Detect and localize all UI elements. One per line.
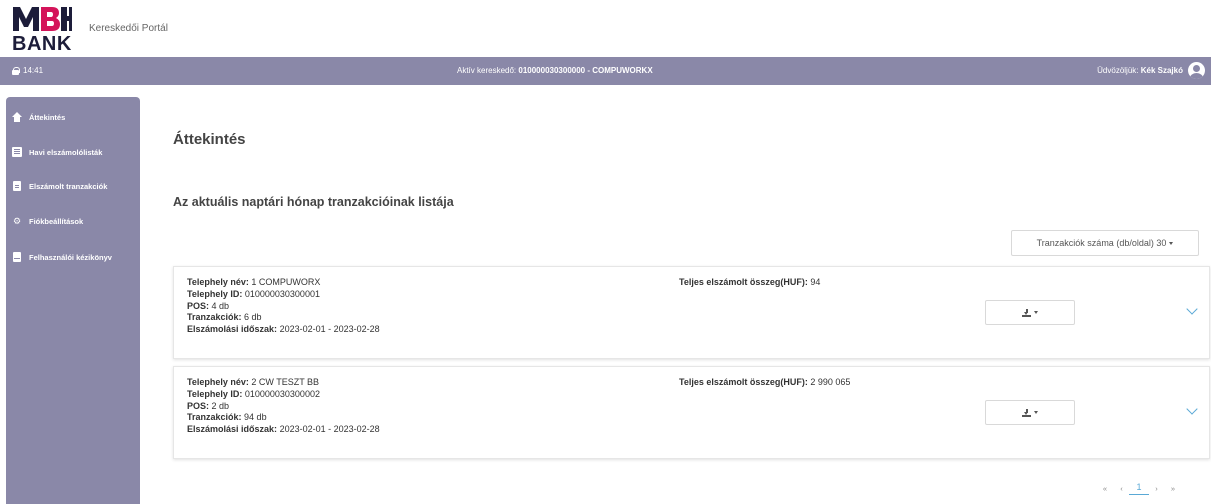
total-amount: Teljes elszámolt összeg(HUF): 2 990 065 xyxy=(679,377,850,387)
site-id-row: Telephely ID: 010000030300001 xyxy=(187,289,380,301)
site-name-value: 2 CW TESZT BB xyxy=(251,377,320,387)
per-page-select[interactable]: Tranzakciók száma (db/oldal) 30 xyxy=(1011,230,1199,256)
sidebar: Áttekintés Havi elszámolólisták Elszámol… xyxy=(6,97,140,504)
site-id-row: Telephely ID: 010000030300002 xyxy=(187,389,380,401)
top-header: BANK Kereskedői Portál xyxy=(0,0,1211,56)
expand-chevron-icon[interactable] xyxy=(1186,403,1198,415)
sidebar-item-elszamolt-tranzakciok[interactable]: Elszámolt tranzakciók xyxy=(6,176,140,196)
user-name: Kék Szajkó xyxy=(1140,66,1183,75)
lock-icon xyxy=(12,66,20,75)
sidebar-item-fiokbeallitasok[interactable]: ⚙ Fiókbeállítások xyxy=(6,211,140,231)
list-icon xyxy=(12,147,22,157)
pagination: « ‹ 1 › » xyxy=(1096,482,1182,495)
mbh-logo-mark xyxy=(13,7,72,31)
gear-icon: ⚙ xyxy=(12,215,22,226)
site-name-label: Telephely név: xyxy=(187,277,249,287)
info-bar: 14:41 Aktív kereskedő: 010000030300000 -… xyxy=(0,57,1211,85)
page-title: Áttekintés xyxy=(173,131,246,148)
session-time-text: 14:41 xyxy=(23,66,44,75)
tx-value: 6 db xyxy=(244,312,262,323)
period-row: Elszámolási időszak: 2023-02-01 - 2023-0… xyxy=(187,324,380,336)
sidebar-item-havi-elszamololistak[interactable]: Havi elszámolólisták xyxy=(6,142,140,162)
download-icon xyxy=(1022,408,1031,417)
portal-name: Kereskedői Portál xyxy=(89,23,168,34)
user-greeting: Üdvözöljük: Kék Szajkó xyxy=(1097,66,1183,75)
pos-row: POS: 2 db xyxy=(187,401,380,413)
file-icon xyxy=(12,181,22,191)
sidebar-item-label: Havi elszámolólisták xyxy=(29,147,103,157)
site-card: Telephely név: 2 CW TESZT BB Telephely I… xyxy=(173,366,1210,459)
session-time: 14:41 xyxy=(12,66,43,75)
site-name-label: Telephely név: xyxy=(187,377,249,387)
user-avatar-icon[interactable] xyxy=(1188,62,1205,79)
pos-label: POS: xyxy=(187,300,210,311)
site-card: Telephely név: 1 COMPUWORX Telephely ID:… xyxy=(173,266,1210,359)
book-icon xyxy=(12,252,22,262)
pagination-page-1[interactable]: 1 xyxy=(1129,482,1149,495)
pagination-prev-button[interactable]: ‹ xyxy=(1114,484,1129,495)
total-label: Teljes elszámolt összeg(HUF): xyxy=(679,377,808,387)
sidebar-item-attekintes[interactable]: Áttekintés xyxy=(6,107,140,127)
caret-down-icon xyxy=(1034,311,1038,314)
sidebar-item-label: Elszámolt tranzakciók xyxy=(29,181,108,191)
total-label: Teljes elszámolt összeg(HUF): xyxy=(679,277,808,287)
tx-value: 94 db xyxy=(244,412,267,423)
active-merchant: Aktív kereskedő: 010000030300000 - COMPU… xyxy=(457,66,653,75)
pagination-first-button[interactable]: « xyxy=(1096,484,1114,495)
pos-value: 2 db xyxy=(211,400,230,411)
site-id-value: 010000030300002 xyxy=(244,388,320,399)
pos-label: POS: xyxy=(187,400,210,411)
site-id-value: 010000030300001 xyxy=(244,288,320,299)
sidebar-item-label: Felhasználói kézikönyv xyxy=(29,252,112,262)
period-label: Elszámolási időszak: xyxy=(187,324,278,335)
tx-label: Tranzakciók: xyxy=(187,412,242,423)
tx-row: Tranzakciók: 94 db xyxy=(187,412,380,424)
site-details: Telephely név: 2 CW TESZT BB Telephely I… xyxy=(187,377,380,436)
home-icon xyxy=(12,112,22,122)
tx-label: Tranzakciók: xyxy=(187,312,242,323)
site-name-row: Telephely név: 2 CW TESZT BB xyxy=(187,377,380,389)
active-merchant-value: 010000030300000 - COMPUWORKX xyxy=(518,66,653,75)
expand-chevron-icon[interactable] xyxy=(1186,303,1198,315)
greeting-label: Üdvözöljük: xyxy=(1097,66,1139,75)
download-button[interactable] xyxy=(985,300,1075,325)
site-details: Telephely név: 1 COMPUWORX Telephely ID:… xyxy=(187,277,380,336)
caret-down-icon xyxy=(1169,241,1174,245)
site-name-value: 1 COMPUWORX xyxy=(251,277,321,287)
site-id-label: Telephely ID: xyxy=(187,388,243,399)
total-amount: Teljes elszámolt összeg(HUF): 94 xyxy=(679,277,820,287)
tx-row: Tranzakciók: 6 db xyxy=(187,312,380,324)
download-button[interactable] xyxy=(985,400,1075,425)
pos-row: POS: 4 db xyxy=(187,301,380,313)
pagination-last-button[interactable]: » xyxy=(1164,484,1182,495)
mbh-bank-logo[interactable]: BANK xyxy=(12,5,72,55)
site-id-label: Telephely ID: xyxy=(187,288,243,299)
section-title: Az aktuális naptári hónap tranzakcióinak… xyxy=(173,195,454,209)
sidebar-item-felhasznaloi-kezikonyv[interactable]: Felhasználói kézikönyv xyxy=(6,247,140,267)
site-name-row: Telephely név: 1 COMPUWORX xyxy=(187,277,380,289)
per-page-label: Tranzakciók száma (db/oldal) 30 xyxy=(1036,238,1167,248)
caret-down-icon xyxy=(1034,411,1038,414)
total-value: 94 xyxy=(810,277,821,287)
period-value: 2023-02-01 - 2023-02-28 xyxy=(279,324,380,335)
download-icon xyxy=(1022,308,1031,317)
logo-bank-text: BANK xyxy=(12,33,72,55)
sidebar-item-label: Fiókbeállítások xyxy=(29,216,84,226)
pagination-next-button[interactable]: › xyxy=(1149,484,1164,495)
period-value: 2023-02-01 - 2023-02-28 xyxy=(279,424,380,435)
active-merchant-label: Aktív kereskedő: xyxy=(457,66,517,75)
pos-value: 4 db xyxy=(211,300,230,311)
total-value: 2 990 065 xyxy=(810,377,851,387)
sidebar-item-label: Áttekintés xyxy=(29,112,66,122)
period-label: Elszámolási időszak: xyxy=(187,424,278,435)
period-row: Elszámolási időszak: 2023-02-01 - 2023-0… xyxy=(187,424,380,436)
